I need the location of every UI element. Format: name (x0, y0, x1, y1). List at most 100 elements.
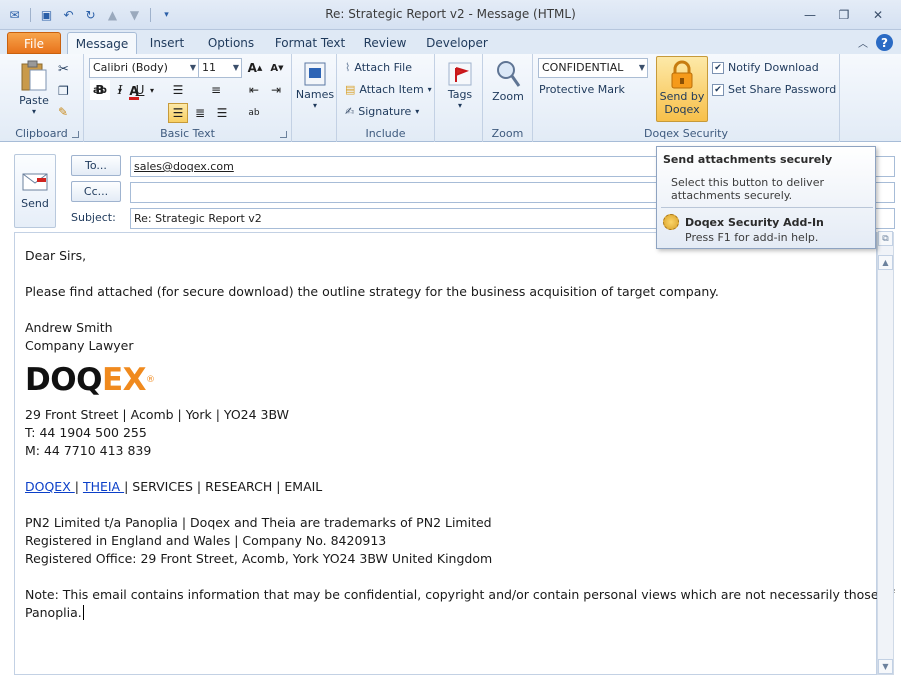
chevron-down-icon: ▾ (415, 107, 420, 116)
mobile-line: M: 44 7710 413 839 (25, 443, 152, 458)
tags-label: Tags (447, 88, 473, 101)
links-rest: | SERVICES | RESEARCH | EMAIL (124, 479, 323, 494)
attach-item-label: Attach Item (359, 83, 424, 96)
align-center-icon[interactable]: ≣ (190, 103, 210, 123)
tab-format-text[interactable]: Format Text (272, 32, 348, 54)
protective-mark-combo[interactable]: CONFIDENTIAL ▼ (538, 58, 648, 78)
names-dropdown-icon: ▾ (312, 101, 317, 110)
zoom-button[interactable]: Zoom (487, 58, 529, 103)
company-line-2: Registered in England and Wales | Compan… (25, 533, 387, 548)
chevron-down-icon: ▼ (232, 63, 239, 72)
align-left-icon[interactable]: ☰ (168, 103, 188, 123)
cut-icon[interactable]: ✂ (58, 62, 69, 77)
signature-label: Signature (358, 105, 412, 118)
decrease-indent-icon[interactable]: ⇤ (244, 80, 264, 100)
checkbox-checked-icon: ✔ (712, 83, 724, 96)
set-share-password-checkbox[interactable]: ✔ Set Share Password (712, 83, 836, 96)
doqex-logo: DOQEX® (25, 363, 895, 397)
zoom-button-label: Zoom (492, 90, 524, 103)
font-name-combo[interactable]: Calibri (Body) ▼ (89, 58, 199, 78)
tab-developer[interactable]: Developer (422, 32, 492, 54)
send-button[interactable]: Send (14, 154, 56, 228)
format-painter-icon[interactable]: ✎ (58, 105, 68, 119)
tags-button[interactable]: Tags ▾ (439, 60, 481, 110)
checkbox-checked-icon: ✔ (712, 61, 724, 74)
paste-icon (21, 60, 47, 91)
disclaimer-line-2-text: Panoplia. (25, 605, 82, 620)
align-right-icon[interactable]: ☰ (212, 103, 232, 123)
signature-links: DOQEX | THEIA | SERVICES | RESEARCH | EM… (25, 478, 895, 496)
magnifier-icon (497, 61, 521, 87)
numbering-icon[interactable]: ≡ (206, 80, 226, 100)
names-button[interactable]: Names ▾ (294, 60, 336, 110)
paste-button[interactable]: Paste ▾ (14, 60, 54, 116)
scroll-down-icon[interactable]: ▼ (878, 659, 893, 674)
window-title: Re: Strategic Report v2 - Message (HTML) (325, 7, 576, 21)
signature-button[interactable]: ✍ Signature ▾ (345, 105, 419, 118)
minimize-ribbon-icon[interactable]: ︿ (858, 35, 868, 50)
sender-name: Andrew Smith (25, 320, 113, 335)
tooltip-divider (661, 207, 873, 208)
doqex-link[interactable]: DOQEX (25, 479, 75, 494)
font-size-value: 11 (202, 61, 216, 74)
paperclip-icon: ⌇ (345, 61, 351, 74)
clipboard-group-label: Clipboard (15, 127, 68, 140)
flag-icon (448, 62, 472, 86)
chevron-down-icon: ▾ (427, 85, 432, 94)
copy-icon[interactable]: ❐ (58, 84, 69, 98)
to-recipient[interactable]: sales@doqex.com (134, 160, 234, 173)
chevron-down-icon: ▼ (638, 63, 645, 72)
tab-file[interactable]: File (7, 32, 61, 54)
tooltip-addin-name: Doqex Security Add-In (685, 216, 824, 229)
underline-icon[interactable]: U (130, 80, 150, 100)
attach-file-button[interactable]: ⌇ Attach File (345, 61, 412, 74)
increase-indent-icon[interactable]: ⇥ (266, 80, 286, 100)
notify-download-checkbox[interactable]: ✔ Notify Download (712, 61, 819, 74)
logo-part-doq: DOQ (25, 362, 102, 398)
scroll-up-icon[interactable]: ▲ (878, 255, 893, 270)
theia-link[interactable]: THEIA (83, 479, 124, 494)
minimize-icon[interactable]: — (793, 6, 827, 24)
notify-download-label: Notify Download (728, 61, 819, 74)
attach-item-button[interactable]: ▤ Attach Item ▾ (345, 83, 432, 96)
envelope-icon (22, 173, 48, 190)
help-icon[interactable]: ? (876, 34, 893, 51)
basic-text-launcher-icon[interactable] (280, 131, 287, 138)
tooltip-description: Select this button to deliver attachment… (671, 176, 824, 202)
signature-icon: ✍ (345, 105, 355, 118)
clipboard-launcher-icon[interactable] (72, 131, 79, 138)
grow-font-icon[interactable]: A ▲ (245, 58, 265, 78)
spelling-icon[interactable]: ab (244, 103, 264, 123)
basic-text-group-label: Basic Text (160, 127, 215, 140)
window-controls: — ❐ ✕ (793, 6, 895, 24)
shrink-font-icon[interactable]: A ▼ (267, 58, 287, 78)
close-icon[interactable]: ✕ (861, 6, 895, 24)
to-button[interactable]: To... (71, 155, 121, 176)
group-basic-text: Calibri (Body) ▼ 11 ▼ A ▲ A ▼ ab ▾ A ▾ B I U… (84, 54, 292, 142)
group-include: ⌇ Attach File ▤ Attach Item ▾ ✍ Signature ▾ I… (337, 54, 435, 142)
bold-icon[interactable]: B (90, 80, 110, 100)
message-body[interactable]: Dear Sirs, Please find attached (for sec… (14, 232, 895, 675)
ribbon: Paste ▾ ✂ ❐ ✎ Clipboard Calibri (Body) ▼ … (0, 54, 901, 142)
italic-icon[interactable]: I (110, 80, 130, 100)
send-by-doqex-line2: Doqex (664, 103, 700, 116)
bullets-icon[interactable]: ☰ (168, 80, 188, 100)
tooltip-help: Press F1 for add-in help. (685, 231, 819, 244)
names-label: Names (295, 88, 335, 101)
logo-part-ex: EX (101, 362, 147, 398)
company-line-3: Registered Office: 29 Front Street, Acom… (25, 551, 493, 566)
tab-insert[interactable]: Insert (143, 32, 191, 54)
font-size-combo[interactable]: 11 ▼ (198, 58, 242, 78)
body-scrollbar[interactable]: ⧉ ▲ ▼ (877, 231, 894, 675)
scroll-corner-icon[interactable]: ⧉ (878, 231, 893, 246)
tab-review[interactable]: Review (358, 32, 412, 54)
title-bar: ✉ ▣ ↶ ↻ ▲ ▼ ▾ Re: Strategic Report v2 - … (0, 0, 901, 30)
cc-button[interactable]: Cc... (71, 181, 121, 202)
protective-mark-value: CONFIDENTIAL (542, 61, 624, 74)
text-cursor (82, 605, 84, 620)
send-by-doqex-button[interactable]: Send by Doqex (656, 56, 708, 122)
tab-message[interactable]: Message (67, 32, 137, 54)
restore-icon[interactable]: ❐ (827, 6, 861, 24)
tab-options[interactable]: Options (202, 32, 260, 54)
link-separator: | (74, 479, 83, 494)
